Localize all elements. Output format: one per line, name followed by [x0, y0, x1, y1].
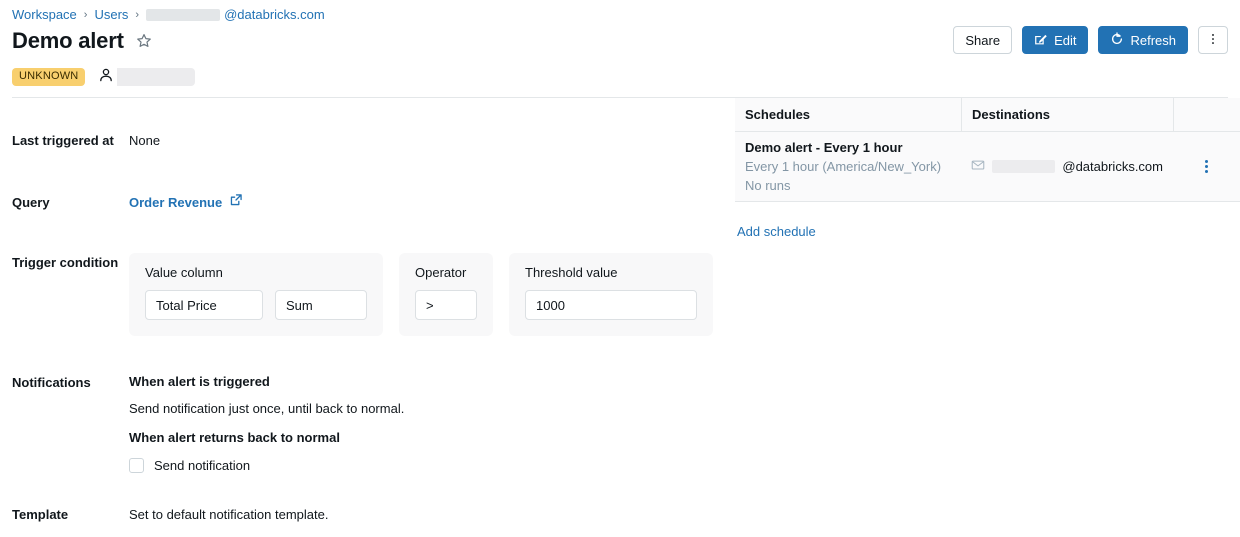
operator-select[interactable]: >	[415, 290, 477, 320]
threshold-caption: Threshold value	[525, 265, 697, 281]
page-title: Demo alert	[12, 28, 124, 54]
edit-button[interactable]: Edit	[1022, 26, 1088, 54]
schedule-cron: Every 1 hour (America/New_York)	[745, 157, 951, 176]
value-column-select[interactable]: Total Price	[145, 290, 263, 320]
pencil-square-icon	[1034, 32, 1048, 48]
row-actions-cell	[1173, 156, 1240, 177]
schedules-column: Schedules Destinations Demo alert - Ever…	[735, 98, 1240, 239]
schedule-cell: Demo alert - Every 1 hour Every 1 hour (…	[735, 138, 961, 195]
breadcrumb-item-user[interactable]: @databricks.com	[146, 6, 325, 24]
threshold-panel: Threshold value 1000	[509, 253, 713, 336]
field-last-triggered: Last triggered at None	[12, 131, 722, 151]
kebab-menu-icon	[1206, 32, 1220, 48]
breadcrumb-item-users[interactable]: Users	[94, 6, 128, 24]
refresh-button-label: Refresh	[1130, 34, 1176, 47]
send-notification-label[interactable]: Send notification	[154, 458, 250, 473]
external-link-icon	[229, 193, 243, 213]
person-icon	[97, 66, 115, 87]
edit-button-label: Edit	[1054, 34, 1076, 47]
value-column-caption: Value column	[145, 265, 367, 281]
field-query: Query Order Revenue	[12, 193, 722, 213]
field-label-trigger-condition: Trigger condition	[12, 253, 129, 273]
chevron-right-icon: ›	[84, 6, 88, 24]
share-button[interactable]: Share	[953, 26, 1012, 54]
field-value-template: Set to default notification template.	[129, 505, 328, 525]
when-triggered-text: Send notification just once, until back …	[129, 400, 404, 418]
action-toolbar: Share Edit Refresh	[953, 26, 1228, 54]
aggregation-select[interactable]: Sum	[275, 290, 367, 320]
field-template: Template Set to default notification tem…	[12, 505, 722, 525]
field-label-query: Query	[12, 193, 129, 213]
redacted-email-user	[992, 160, 1055, 173]
operator-caption: Operator	[415, 265, 477, 281]
field-value-last-triggered: None	[129, 131, 160, 151]
refresh-button[interactable]: Refresh	[1098, 26, 1188, 54]
breadcrumb-item-workspace[interactable]: Workspace	[12, 6, 77, 24]
breadcrumb: Workspace › Users › @databricks.com	[12, 6, 325, 24]
query-link-label: Order Revenue	[129, 193, 222, 213]
field-label-notifications: Notifications	[12, 373, 129, 393]
add-schedule-link[interactable]: Add schedule	[737, 224, 816, 239]
destination-cell: @databricks.com	[961, 158, 1173, 175]
trigger-condition-panels: Value column Total Price Sum Operator >	[129, 253, 713, 336]
notifications-block: When alert is triggered Send notificatio…	[129, 373, 404, 473]
field-label-last-triggered: Last triggered at	[12, 131, 129, 151]
schedule-runs: No runs	[745, 176, 951, 195]
envelope-icon	[971, 158, 985, 175]
threshold-input[interactable]: 1000	[525, 290, 697, 320]
status-badge: UNKNOWN	[12, 68, 85, 86]
table-row: Demo alert - Every 1 hour Every 1 hour (…	[735, 132, 1240, 202]
operator-panel: Operator >	[399, 253, 493, 336]
when-normal-heading: When alert returns back to normal	[129, 429, 404, 447]
chevron-right-icon: ›	[135, 6, 139, 24]
schedules-table-header: Schedules Destinations	[735, 98, 1240, 132]
refresh-icon	[1110, 32, 1124, 48]
when-triggered-heading: When alert is triggered	[129, 373, 404, 391]
redacted-username	[146, 9, 220, 21]
column-header-destinations: Destinations	[961, 98, 1173, 131]
more-options-button[interactable]	[1198, 26, 1228, 54]
schedules-table: Schedules Destinations Demo alert - Ever…	[735, 98, 1240, 202]
destination-email-domain: @databricks.com	[1062, 159, 1163, 174]
owner-chip	[97, 66, 195, 87]
send-notification-checkbox[interactable]	[129, 458, 144, 473]
breadcrumb-user-domain: @databricks.com	[224, 6, 325, 24]
send-notification-row: Send notification	[129, 458, 404, 473]
redacted-owner-name	[117, 68, 195, 86]
column-header-schedules: Schedules	[735, 98, 961, 131]
alert-detail-page: Workspace › Users › @databricks.com Demo…	[0, 0, 1240, 537]
kebab-menu-icon[interactable]	[1201, 156, 1212, 177]
field-label-template: Template	[12, 505, 129, 525]
title-row: Demo alert	[12, 28, 154, 54]
value-column-panel: Value column Total Price Sum	[129, 253, 383, 336]
schedule-name: Demo alert - Every 1 hour	[745, 138, 951, 157]
query-link[interactable]: Order Revenue	[129, 193, 243, 213]
field-trigger-condition: Trigger condition Value column Total Pri…	[12, 253, 722, 336]
share-button-label: Share	[965, 34, 1000, 47]
column-header-actions	[1173, 98, 1240, 131]
star-outline-icon[interactable]	[134, 31, 154, 51]
field-notifications: Notifications When alert is triggered Se…	[12, 373, 722, 473]
alert-meta-row: UNKNOWN	[12, 66, 195, 87]
